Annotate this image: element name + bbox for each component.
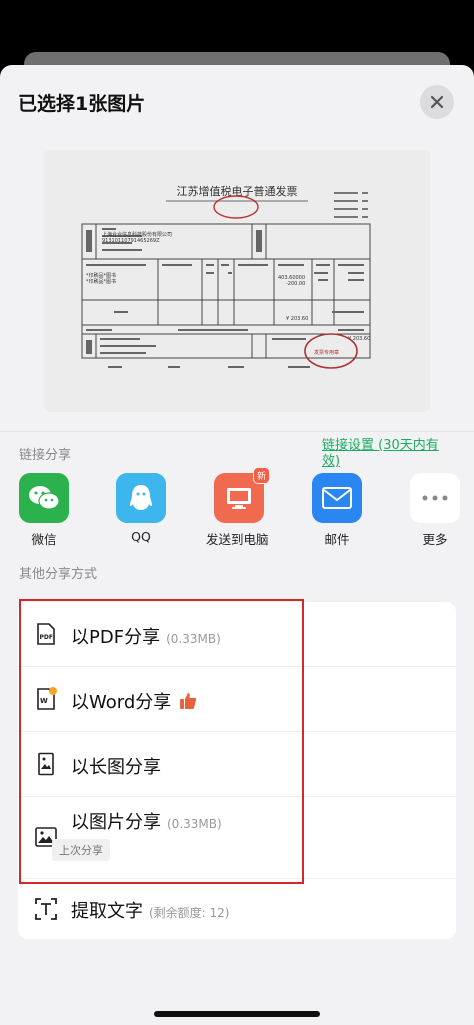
share-computer[interactable]: 新 发送到电脑 (206, 467, 270, 548)
computer-icon: 新 (214, 467, 270, 523)
svg-text:¥ 203.60: ¥ 203.60 (286, 316, 308, 322)
share-qq[interactable]: QQ (114, 473, 168, 544)
wechat-icon (19, 473, 69, 523)
sheet-title: 已选择1张图片 (18, 93, 146, 115)
share-wechat[interactable]: 微信 (17, 473, 71, 548)
qq-icon (116, 473, 166, 523)
extract-quota: (剩余额度: 12) (149, 906, 230, 920)
svg-text:91310110791465269Z: 91310110791465269Z (102, 238, 160, 244)
svg-text:上海合合信息科技股份有限公司: 上海合合信息科技股份有限公司 (102, 231, 172, 238)
svg-text:-200.00: -200.00 (286, 281, 305, 287)
close-button[interactable] (420, 85, 454, 119)
option-extract-text[interactable]: 提取文字 (剩余额度: 12) (18, 879, 456, 939)
link-share-label: 链接分享 (19, 448, 72, 463)
text-scan-icon (35, 898, 57, 920)
new-badge: 新 (253, 467, 270, 484)
share-more[interactable]: 更多 (408, 473, 462, 548)
image-preview: 江苏增值税电子普通发票 上海合合信息科技股份有限公司 9131011079146… (44, 150, 430, 412)
link-settings-link[interactable]: 链接设置 (30天内有效) (322, 438, 452, 470)
share-label-wechat: 微信 (31, 532, 57, 547)
share-sheet: 已选择1张图片 江苏增值税电子普通发票 上海合合信息科技股份有限公司 91310… (0, 65, 474, 1025)
close-icon (430, 95, 444, 109)
share-label-computer: 发送到电脑 (206, 532, 269, 547)
share-label-qq: QQ (131, 529, 151, 544)
svg-text:*印刷品*图书: *印刷品*图书 (86, 272, 116, 279)
highlight-box (19, 599, 304, 884)
invoice-drawing: 上海合合信息科技股份有限公司 91310110791465269Z *印刷品*图… (81, 192, 371, 369)
invoice-image: 江苏增值税电子普通发票 上海合合信息科技股份有限公司 9131011079146… (78, 180, 396, 382)
mail-icon (312, 473, 362, 523)
share-label-mail: 邮件 (324, 532, 350, 547)
svg-text:发票专用章: 发票专用章 (314, 349, 339, 356)
home-indicator (154, 1011, 320, 1017)
other-share-label: 其他分享方式 (19, 567, 98, 582)
more-icon (410, 473, 460, 523)
share-mail[interactable]: 邮件 (310, 473, 364, 548)
share-label-more: 更多 (422, 532, 448, 547)
extract-text-label: 提取文字 (71, 901, 143, 922)
section-divider (0, 431, 474, 432)
svg-text:*印刷品*图书: *印刷品*图书 (86, 278, 116, 285)
